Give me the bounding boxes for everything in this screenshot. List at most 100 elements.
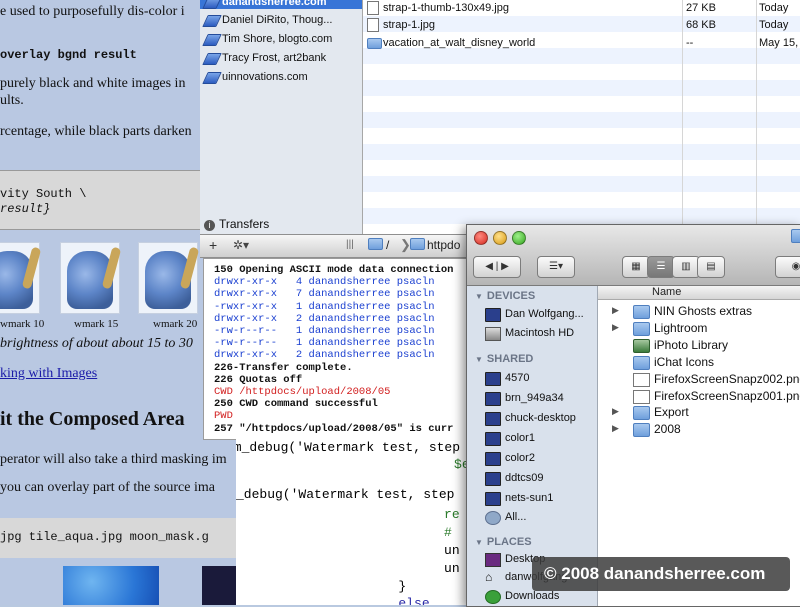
file-row[interactable]: strap-1.jpg 68 KB Today [363,17,800,33]
close-button[interactable] [474,231,488,245]
bookmark-item[interactable]: uinnovations.com [202,71,308,84]
text-line: ults. [0,93,24,108]
bookmark-item[interactable]: Tracy Frost, art2bank [202,52,327,65]
file-date: Today [759,2,789,14]
hard-drive-icon [485,327,501,341]
thumbnail-caption: wmark 20 [153,318,198,330]
disclosure-triangle-icon[interactable]: ▶ [612,423,619,434]
text-line: brightness of about about 15 to 30 [0,336,193,351]
section-header-shared[interactable]: ▼ SHARED [475,353,533,365]
disclosure-triangle-icon[interactable]: ▶ [612,305,619,316]
code-heading: overlay bgnd result [0,48,137,62]
finder-row[interactable]: FirefoxScreenSnapz002.png [598,371,800,388]
file-row[interactable]: vacation_at_walt_disney_world -- May 15, [363,35,800,51]
link-working-with-images[interactable]: king with Images [0,366,97,382]
finder-row[interactable]: ▶ Lightroom [598,320,800,337]
text-line: rcentage, while black parts darken [0,124,192,139]
file-date: Today [759,19,789,31]
bookmarks-sidebar: danandsherree.com Daniel DiRito, Thoug..… [200,0,363,234]
bookmark-icon [202,53,222,65]
console-line: drwxr-xr-x 7 danandsherree psacln [214,288,435,301]
document-icon [633,389,650,404]
forward-icon[interactable]: ▶ [501,261,509,272]
console-line: -rw-r--r-- 1 danandsherree psacln [214,325,435,337]
gear-icon[interactable]: ✲▾ [233,238,249,252]
zoom-button[interactable] [512,231,526,245]
minimize-button[interactable] [493,231,507,245]
column-view-button[interactable]: ▥ [672,256,700,278]
console-line: 226 Quotas off [214,373,303,386]
disclosure-triangle-icon[interactable]: ▶ [612,406,619,417]
bookmark-item[interactable]: Tim Shore, blogto.com [202,33,333,46]
finder-row[interactable]: ▶ 2008 [598,421,800,438]
back-icon[interactable]: ◀ [485,261,493,272]
thumbnail-image [138,242,200,314]
code-block: jpg tile_aqua.jpg moon_mask.g [0,518,236,558]
section-header-places[interactable]: ▼ PLACES [475,536,532,548]
text-line: purely black and white images in [0,76,186,91]
bookmark-item[interactable]: danandsherree.com [202,0,327,9]
disclosure-triangle-icon[interactable]: ▼ [475,292,483,301]
file-row[interactable]: strap-1-thumb-130x49.jpg 27 KB Today [363,0,800,16]
add-icon[interactable]: + [209,237,217,253]
list-icon: ☰ [656,261,666,272]
text-line: e used to purposefully dis-color i [0,4,185,19]
file-date: May 15, [759,37,799,49]
folder-icon [633,305,650,319]
thumbnail-image [60,242,122,314]
finder-row[interactable]: iChat Icons [598,354,800,371]
computer-icon [485,492,501,506]
moon-mask-image [202,566,236,605]
back-forward-buttons[interactable]: ◀ | ▶ [473,256,521,278]
code-line: re [366,507,460,522]
disclosure-triangle-icon[interactable]: ▼ [475,355,483,364]
bookmark-item[interactable]: Daniel DiRito, Thoug... [202,14,332,27]
bookmark-label: Tracy Frost, art2bank [222,52,327,64]
disclosure-triangle-icon[interactable]: ▶ [612,322,619,333]
bookmark-icon [202,15,222,27]
console-line: 226-Transfer complete. [214,361,353,374]
code-line: un [366,561,460,576]
bookmark-label: Tim Shore, blogto.com [222,33,333,45]
coverflow-view-button[interactable]: ▤ [697,256,725,278]
bookmark-icon [202,34,222,46]
disclosure-triangle-icon[interactable]: ▼ [475,538,483,547]
code-line: im_debug('Watermark test, step [236,440,461,455]
folder-icon [791,229,800,243]
transfers-toggle[interactable]: i Transfers [204,217,269,231]
section-header-devices[interactable]: ▼ DEVICES [475,290,535,302]
columns-icon: ▥ [681,261,691,272]
console-line: CWD /httpdocs/upload/2008/05 [214,386,391,398]
finder-item-name: Lightroom [654,320,708,335]
folder-icon [633,406,650,421]
column-header-name[interactable]: Name [652,286,681,298]
downloads-icon [485,590,501,604]
code-line: $e [376,457,470,472]
path-folder[interactable]: httpdo [427,238,460,252]
console-line: drwxr-xr-x 2 danandsherree psacln [214,312,435,325]
finder-row[interactable]: ▶ Export [598,404,800,421]
folder-icon [367,38,382,49]
finder-row[interactable]: iPhoto Library [598,337,800,354]
finder-row[interactable]: FirefoxScreenSnapz001.png [598,388,800,405]
icon-view-button[interactable]: ▦ [622,256,650,278]
file-icon [367,18,379,32]
list-view-button[interactable]: ☰ [647,256,675,278]
finder-item-name: FirefoxScreenSnapz001.png [654,388,800,403]
path-root[interactable]: / [386,238,389,252]
console-line: 257 "/httpdocs/upload/2008/05" is curr [214,422,454,435]
folder-icon [633,423,650,438]
bookmark-icon [202,0,222,9]
document-icon [633,372,650,387]
remote-file-list: strap-1-thumb-130x49.jpg 27 KB Today str… [363,0,800,234]
arrange-menu-button[interactable]: ☰▾ [537,256,575,278]
code-line: un [366,543,460,558]
desktop-icon [485,553,501,567]
quicklook-button[interactable]: ◉ [775,256,800,278]
finder-row[interactable]: ▶ NIN Ghosts extras [598,303,800,320]
console-line: 150 Opening ASCII mode data connection [214,264,454,276]
folder-icon [410,238,425,250]
resize-handle-icon[interactable]: ||| [346,239,354,250]
code-editor[interactable]: im_debug('Watermark test, step $e _debug… [236,438,481,605]
file-size: 27 KB [686,2,716,14]
